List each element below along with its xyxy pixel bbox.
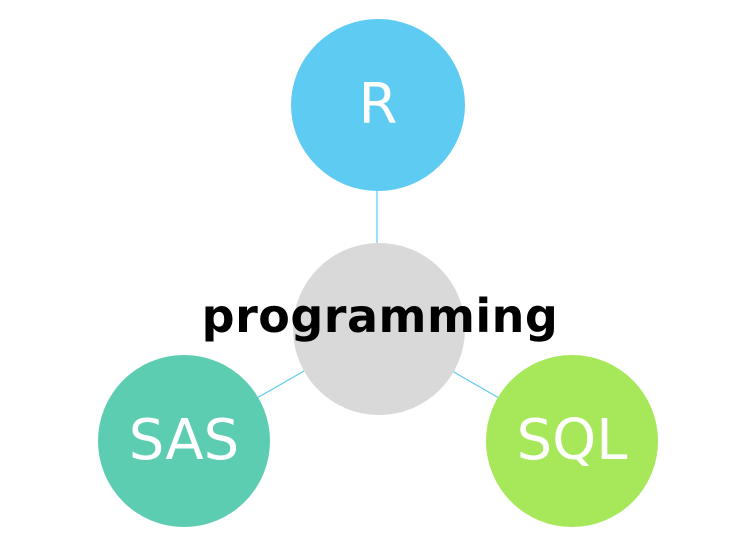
connector-center-to-sas	[256, 370, 305, 399]
node-sql-label: SQL	[516, 408, 628, 473]
connector-center-to-sql	[451, 370, 500, 399]
node-sas: SAS	[98, 355, 270, 527]
node-sas-label: SAS	[128, 408, 240, 473]
node-sql: SQL	[486, 355, 658, 527]
radial-diagram: R SAS SQL programming	[0, 0, 738, 552]
center-label: programming	[201, 289, 559, 343]
node-r-label: R	[358, 72, 398, 137]
node-r: R	[291, 19, 465, 191]
